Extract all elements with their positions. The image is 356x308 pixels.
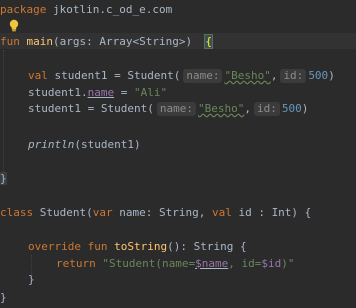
code-line-11[interactable]: } xyxy=(28,272,35,288)
string-literal: "Student(name= xyxy=(102,257,196,270)
parameter-hint-name: name: xyxy=(183,69,223,83)
string-literal: )" xyxy=(281,257,295,270)
closing-brace: } xyxy=(28,273,35,286)
keyword: val xyxy=(28,69,48,82)
template-variable: $id xyxy=(261,257,282,270)
template-variable: $name xyxy=(195,257,229,270)
closing-brace: } xyxy=(0,291,7,304)
keyword: class xyxy=(0,206,34,219)
class-name: Student( xyxy=(33,206,93,219)
code-line-2[interactable]: fun main(args: Array<String>) { xyxy=(0,34,213,50)
code-text: student1 = Student( xyxy=(47,69,181,82)
function-name: toString xyxy=(114,240,168,253)
package-name: jkotlin.c_od_e.com xyxy=(46,3,173,16)
closing-brace: } xyxy=(0,172,7,185)
signature: (): String { xyxy=(167,240,247,253)
number-literal: 500 xyxy=(308,69,329,82)
code-text: student1. xyxy=(28,86,88,99)
code-line-10[interactable]: return "Student(name=$name, id=$id)" xyxy=(56,256,294,272)
code-text: student1 = Student( xyxy=(28,102,154,115)
function-call: println xyxy=(28,138,75,151)
string-literal: "Ali" xyxy=(133,86,168,99)
code-text: = xyxy=(114,86,134,99)
keyword: fun xyxy=(0,35,20,48)
code-line-8[interactable]: class Student(var name: String, val id :… xyxy=(0,205,311,221)
string-literal: "Besho" xyxy=(224,69,271,82)
lightbulb-icon[interactable] xyxy=(8,19,20,33)
matched-brace: { xyxy=(204,34,213,49)
code-text: name: String, xyxy=(112,206,212,219)
comma: , xyxy=(270,69,278,82)
keyword: return xyxy=(56,257,96,270)
parameter-hint-id: id: xyxy=(253,102,280,116)
property-name: name xyxy=(87,86,115,99)
number-literal: 500 xyxy=(281,102,302,115)
code-line-7[interactable]: } xyxy=(0,171,7,187)
keyword: package xyxy=(0,3,47,16)
code-line-5[interactable]: student1 = Student(name: "Besho", id: 500) xyxy=(28,101,308,117)
parameter-hint-id: id: xyxy=(280,69,307,83)
string-literal: "Besho" xyxy=(197,102,245,115)
code-text: id : Int) { xyxy=(231,206,312,219)
code-editor[interactable]: package jkotlin.c_od_e.com fun main(args… xyxy=(0,0,356,308)
comma: , xyxy=(244,102,251,115)
code-line-1[interactable]: package jkotlin.c_od_e.com xyxy=(0,2,172,18)
function-name: main xyxy=(26,35,54,48)
code-line-12[interactable]: } xyxy=(0,290,7,306)
code-line-6[interactable]: println(student1) xyxy=(28,137,141,153)
keyword: var xyxy=(92,206,113,219)
indent-guide xyxy=(3,50,4,174)
keyword: fun xyxy=(87,240,108,253)
arguments: (student1) xyxy=(74,138,141,151)
code-line-3[interactable]: val student1 = Student(name: "Besho", id: 5… xyxy=(28,68,335,84)
keyword: val xyxy=(211,206,232,219)
code-line-4[interactable]: student1.name = "Ali" xyxy=(28,85,167,101)
code-line-9[interactable]: override fun toString(): String { xyxy=(28,239,247,255)
string-literal: , id= xyxy=(228,257,262,270)
parameter-hint-name: name: xyxy=(156,102,196,116)
close-paren: ) xyxy=(301,102,309,115)
close-paren: ) xyxy=(328,69,335,82)
parameters: (args: Array<String>) xyxy=(53,35,193,48)
keyword: override xyxy=(28,240,81,253)
